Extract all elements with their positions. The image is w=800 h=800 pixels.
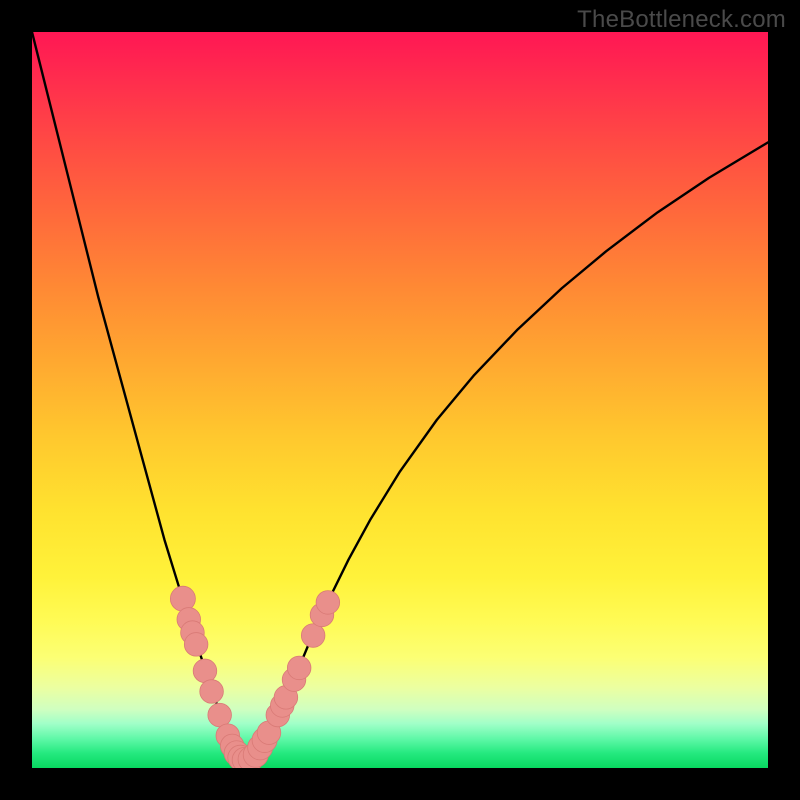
watermark-text: TheBottleneck.com xyxy=(577,6,786,34)
data-marker xyxy=(170,586,195,611)
data-marker xyxy=(200,680,224,704)
chart-frame: TheBottleneck.com xyxy=(0,0,800,800)
data-markers-group xyxy=(170,586,339,768)
data-marker xyxy=(208,703,232,727)
plot-area xyxy=(32,32,768,768)
bottleneck-curve xyxy=(32,32,768,760)
data-marker xyxy=(316,591,340,615)
data-marker xyxy=(184,633,208,657)
data-marker xyxy=(287,656,311,680)
chart-svg xyxy=(32,32,768,768)
data-marker xyxy=(193,659,217,683)
data-marker xyxy=(301,624,325,648)
curve-group xyxy=(32,32,768,760)
